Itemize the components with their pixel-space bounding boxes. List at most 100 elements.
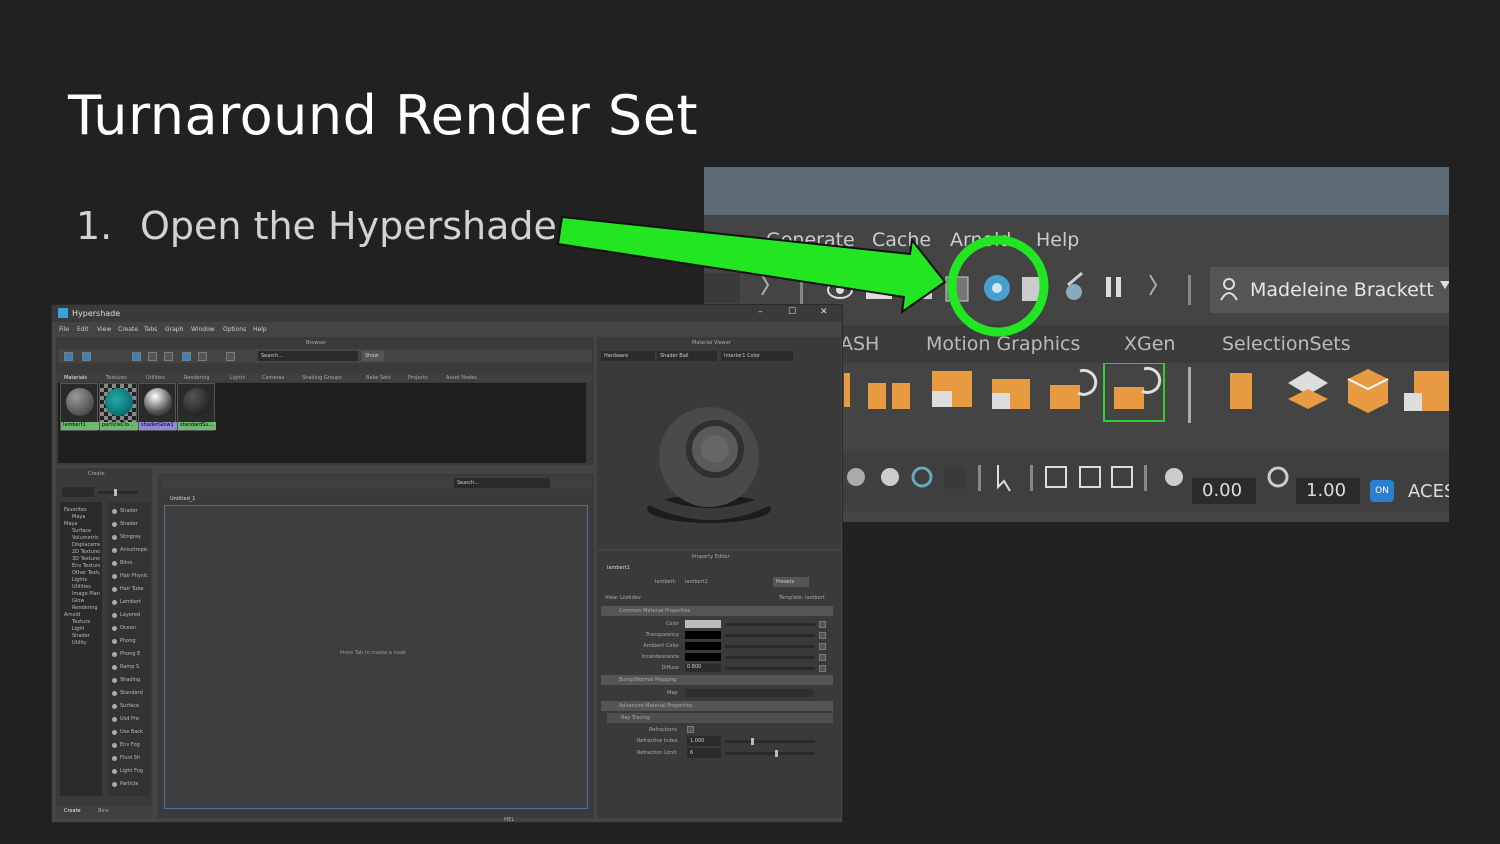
shelf-tab-motion-graphics[interactable]: Motion Graphics bbox=[926, 333, 1080, 355]
create-tree-item[interactable]: Utility bbox=[72, 640, 87, 646]
menu-generate[interactable]: Generate bbox=[766, 229, 855, 251]
browser-tool-icon[interactable] bbox=[182, 352, 191, 361]
color-management-toggle[interactable]: ON bbox=[1370, 480, 1394, 502]
create-tree-item[interactable]: Image Planes bbox=[72, 591, 100, 597]
color-space-label[interactable]: ACES bbox=[1408, 481, 1449, 502]
create-tree-item[interactable]: 3D Textures bbox=[72, 556, 100, 562]
pause-icon[interactable] bbox=[1106, 277, 1111, 297]
browser-tab-utilities[interactable]: Utilities bbox=[146, 375, 165, 381]
create-tree-item[interactable]: 2D Textures bbox=[72, 549, 100, 555]
attribute-swatch[interactable] bbox=[685, 620, 721, 628]
browser-tab-bake-sets[interactable]: Bake Sets bbox=[366, 375, 391, 381]
compare-icon[interactable] bbox=[1079, 466, 1101, 488]
mash-flight-icon[interactable] bbox=[1288, 371, 1328, 409]
gamma-field[interactable]: 1.00 bbox=[1296, 478, 1360, 504]
attribute-swatch[interactable] bbox=[685, 653, 721, 661]
create-tree-item[interactable]: Favorites bbox=[64, 507, 87, 513]
refresh-icon[interactable] bbox=[911, 466, 933, 488]
create-tree-item[interactable]: Surface bbox=[72, 528, 91, 534]
attribute-slider[interactable] bbox=[725, 667, 815, 670]
maximize-button[interactable]: ☐ bbox=[788, 307, 796, 317]
create-node-item[interactable]: Anisotropic bbox=[120, 547, 148, 553]
sphere-shaded-icon[interactable] bbox=[847, 468, 865, 486]
node-name-field[interactable]: lambert1 bbox=[685, 579, 708, 585]
graph-tab[interactable]: Untitled_1 bbox=[170, 496, 195, 502]
create-node-item[interactable]: Blinn bbox=[120, 560, 133, 566]
create-tab-bins[interactable]: Bins bbox=[98, 808, 109, 814]
create-node-item[interactable]: Particle bbox=[120, 781, 138, 787]
create-tree-item[interactable]: Glow bbox=[72, 598, 84, 604]
map-button[interactable] bbox=[819, 643, 826, 650]
render-view-icon[interactable] bbox=[827, 281, 853, 299]
create-node-item[interactable]: Shader bbox=[120, 508, 138, 514]
menu-edit[interactable]: Edit bbox=[77, 326, 89, 333]
minimize-button[interactable]: – bbox=[758, 307, 763, 317]
browser-show-button[interactable]: Show bbox=[362, 351, 384, 361]
create-node-item[interactable]: Shader bbox=[120, 521, 138, 527]
node-tab[interactable]: lambert1 bbox=[607, 565, 630, 571]
create-tree-item[interactable]: Shader bbox=[72, 633, 90, 639]
graph-search[interactable]: Search... bbox=[454, 478, 550, 488]
map-button[interactable] bbox=[819, 621, 826, 628]
create-tree-item[interactable]: Env Textures bbox=[72, 563, 100, 569]
graph-canvas[interactable] bbox=[164, 505, 588, 809]
map-button[interactable] bbox=[819, 654, 826, 661]
material-swatch[interactable]: shaderGlow1 bbox=[138, 383, 177, 431]
light-editor-icon[interactable] bbox=[1066, 271, 1083, 300]
browser-search[interactable]: Search... bbox=[258, 351, 358, 361]
exposure-icon[interactable] bbox=[1165, 468, 1183, 486]
snapshot-icon[interactable] bbox=[1045, 466, 1067, 488]
browser-tab-rendering[interactable]: Rendering bbox=[184, 375, 210, 381]
material-swatch[interactable]: lambert1 bbox=[60, 383, 99, 431]
create-node-item[interactable]: Ocean bbox=[120, 625, 136, 631]
create-node-item[interactable]: Layered bbox=[120, 612, 140, 618]
menu-cache[interactable]: Cache bbox=[872, 229, 931, 251]
render-settings-icon[interactable] bbox=[945, 276, 969, 302]
menu-window[interactable]: Window bbox=[191, 326, 215, 333]
browser-tool-icon[interactable] bbox=[164, 352, 173, 361]
create-node-item[interactable]: Use Back bbox=[120, 729, 143, 735]
refractive-index-knob[interactable] bbox=[751, 738, 754, 745]
menu-view[interactable]: View bbox=[97, 326, 111, 333]
sphere-lit-icon[interactable] bbox=[881, 468, 899, 486]
menu-graph[interactable]: Graph bbox=[165, 326, 183, 333]
menu-help[interactable]: Help bbox=[253, 326, 267, 333]
map-button[interactable] bbox=[819, 665, 826, 672]
close-button[interactable]: ✕ bbox=[820, 307, 828, 317]
browser-tool-icon[interactable] bbox=[64, 352, 73, 361]
image-icon[interactable] bbox=[1111, 466, 1133, 488]
mash-placer-icon[interactable] bbox=[1404, 371, 1449, 411]
material-swatch[interactable]: standardSu... bbox=[177, 383, 216, 431]
render-setup-icon[interactable] bbox=[1022, 277, 1042, 301]
attribute-slider[interactable] bbox=[725, 623, 815, 626]
attribute-swatch[interactable] bbox=[685, 642, 721, 650]
refractions-checkbox[interactable] bbox=[687, 726, 694, 733]
create-node-item[interactable]: Ramp S bbox=[120, 664, 139, 670]
mash-cube-icon[interactable] bbox=[1347, 369, 1389, 413]
shape-dropdown[interactable]: Shader Ball bbox=[657, 351, 717, 361]
create-node-item[interactable]: Usd Pre bbox=[120, 716, 139, 722]
shelf-tab-selection-sets[interactable]: SelectionSets bbox=[1222, 333, 1351, 355]
create-tree-item[interactable]: Utilities bbox=[72, 584, 91, 590]
gamma-icon[interactable] bbox=[1267, 466, 1289, 488]
create-node-item[interactable]: Shading bbox=[120, 677, 140, 683]
refractive-index-field[interactable]: 1.000 bbox=[687, 736, 721, 746]
browser-tab-cameras[interactable]: Cameras bbox=[262, 375, 284, 381]
refraction-limit-field[interactable]: 6 bbox=[687, 748, 721, 758]
menu-help[interactable]: Help bbox=[1036, 229, 1079, 251]
menu-tabs[interactable]: Tabs bbox=[144, 326, 157, 333]
create-tree-item[interactable]: Lights bbox=[72, 577, 87, 583]
create-node-item[interactable]: Light Fog bbox=[120, 768, 143, 774]
create-node-item[interactable]: Phong E bbox=[120, 651, 140, 657]
browser-tool-icon[interactable] bbox=[82, 352, 91, 361]
shelf-tab-xgen[interactable]: XGen bbox=[1124, 333, 1175, 355]
attribute-slider[interactable] bbox=[725, 645, 815, 648]
attribute-slider[interactable] bbox=[725, 656, 815, 659]
mash-network-icon[interactable] bbox=[868, 383, 910, 409]
browser-tool-icon[interactable] bbox=[132, 352, 141, 361]
renderer-dropdown[interactable]: Hardware bbox=[601, 351, 655, 361]
mash-loop-icon[interactable] bbox=[1103, 363, 1165, 422]
browser-tab-shading-groups[interactable]: Shading Groups bbox=[302, 375, 342, 381]
create-tree-item[interactable]: Maya bbox=[64, 521, 77, 527]
create-tree-item[interactable]: Texture bbox=[72, 619, 90, 625]
